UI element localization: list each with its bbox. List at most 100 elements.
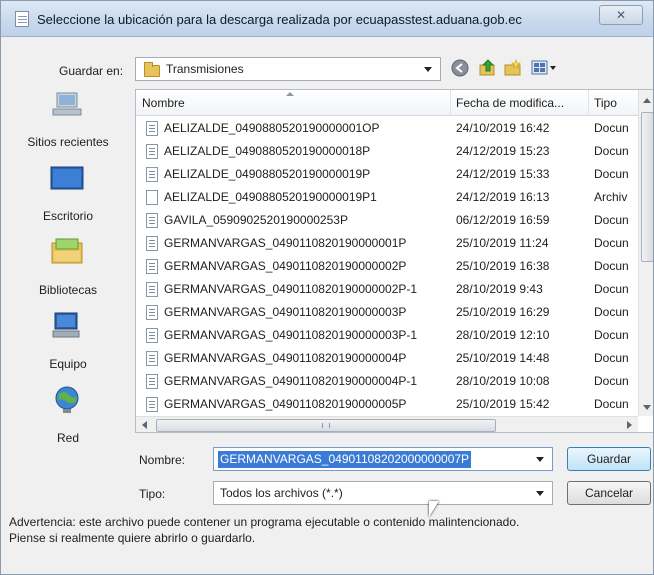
file-name: GERMANVARGAS_0490110820190000002P [164,259,407,273]
file-row[interactable]: GERMANVARGAS_0490110820190000004P-1 28/10… [136,370,636,393]
computer-icon [52,312,80,338]
new-folder-icon[interactable] [504,59,522,77]
list-header: Nombre Fecha de modifica... Tipo [136,90,653,116]
file-type-select[interactable]: Todos los archivos (*.*) [213,481,553,505]
text-document-icon [146,259,158,274]
text-document-icon [146,282,158,297]
up-folder-icon[interactable] [479,59,497,77]
scroll-down-icon[interactable] [643,405,651,410]
file-row[interactable]: GERMANVARGAS_0490110820190000003P 25/10/2… [136,301,636,324]
text-document-icon [146,351,158,366]
save-in-dropdown[interactable]: Transmisiones [135,57,441,81]
chevron-down-icon [536,491,544,496]
file-date: 25/10/2019 16:38 [456,259,550,273]
file-date: 24/12/2019 15:23 [456,144,550,158]
file-row[interactable]: GERMANVARGAS_0490110820190000004P 25/10/2… [136,347,636,370]
horizontal-scrollbar[interactable] [136,416,638,432]
file-name: GAVILA_0590902520190000253P [164,213,348,227]
file-row[interactable]: GAVILA_0590902520190000253P 06/12/2019 16… [136,209,636,232]
file-row[interactable]: AELIZALDE_0490880520190000019P1 24/12/201… [136,186,636,209]
vertical-scroll-thumb[interactable] [641,112,653,262]
file-name-value: GERMANVARGAS_04901108202000000007P [218,451,472,468]
save-button[interactable]: Guardar [567,447,651,471]
cancel-button[interactable]: Cancelar [567,481,651,505]
file-row[interactable]: AELIZALDE_0490880520190000001OP 24/10/201… [136,117,636,140]
file-name-input[interactable]: GERMANVARGAS_04901108202000000007P [213,447,553,471]
file-type: Docun [594,397,629,411]
places-bar: Sitios recientes Escritorio Bibliotecas [9,89,127,449]
file-name: GERMANVARGAS_0490110820190000003P [164,305,407,319]
place-label: Red [56,431,79,445]
place-label: Bibliotecas [38,283,98,297]
file-date: 25/10/2019 14:48 [456,351,550,365]
file-date: 28/10/2019 12:10 [456,328,550,342]
file-type: Docun [594,351,629,365]
place-network[interactable]: Red [9,385,127,447]
file-name: GERMANVARGAS_0490110820190000002P-1 [164,282,418,296]
desktop-icon [50,166,84,190]
column-header-date[interactable]: Fecha de modifica... [456,96,564,110]
file-date: 25/10/2019 15:42 [456,397,550,411]
window-title: Seleccione la ubicación para la descarga… [37,12,522,27]
place-label: Sitios recientes [27,135,109,149]
file-row[interactable]: GERMANVARGAS_0490110820190000005P 25/10/2… [136,393,636,416]
file-type-label: Tipo: [139,487,166,501]
current-folder: Transmisiones [166,62,244,76]
file-date: 28/10/2019 10:08 [456,374,550,388]
file-name-label: Nombre: [139,453,186,467]
text-document-icon [146,305,158,320]
file-type: Docun [594,144,629,158]
file-row[interactable]: GERMANVARGAS_0490110820190000002P-1 28/10… [136,278,636,301]
document-icon [15,11,29,27]
back-icon[interactable] [451,59,469,77]
file-row[interactable]: GERMANVARGAS_0490110820190000002P 25/10/2… [136,255,636,278]
file-name: GERMANVARGAS_0490110820190000004P-1 [164,374,418,388]
file-row[interactable]: GERMANVARGAS_0490110820190000003P-1 28/10… [136,324,636,347]
place-recent-places[interactable]: Sitios recientes [9,89,127,151]
file-type: Docun [594,121,629,135]
column-header-name[interactable]: Nombre [142,96,185,110]
text-document-icon [146,374,158,389]
save-dialog: Seleccione la ubicación para la descarga… [0,0,654,575]
horizontal-scroll-thumb[interactable] [156,419,496,432]
scroll-right-icon[interactable] [627,421,632,429]
file-row[interactable]: AELIZALDE_0490880520190000019P 24/12/2019… [136,163,636,186]
column-divider[interactable] [588,90,589,116]
place-label: Equipo [49,357,87,371]
column-divider[interactable] [450,90,451,116]
place-label: Escritorio [42,209,93,223]
close-button[interactable]: ✕ [599,5,643,25]
libraries-icon [51,238,83,264]
place-desktop[interactable]: Escritorio [9,163,127,225]
scroll-up-icon[interactable] [643,98,651,103]
views-menu-icon[interactable] [531,59,557,77]
file-date: 24/12/2019 15:33 [456,167,550,181]
chevron-down-icon[interactable] [536,457,544,462]
text-document-icon [146,236,158,251]
scroll-left-icon[interactable] [142,421,147,429]
recent-places-icon [52,92,82,116]
file-row[interactable]: AELIZALDE_0490880520190000018P 24/12/2019… [136,140,636,163]
file-type: Docun [594,259,629,273]
file-type: Docun [594,213,629,227]
grip-icon [322,423,330,428]
vertical-scrollbar[interactable] [638,90,653,416]
file-row[interactable]: GERMANVARGAS_0490110820190000001P 25/10/2… [136,232,636,255]
file-date: 24/10/2019 16:42 [456,121,550,135]
save-in-label: Guardar en: [59,64,124,78]
text-document-icon [146,328,158,343]
file-name: AELIZALDE_0490880520190000019P1 [164,190,377,204]
file-type: Docun [594,305,629,319]
file-type: Docun [594,282,629,296]
file-name: AELIZALDE_0490880520190000001OP [164,121,380,135]
warning-line-2: Piense si realmente quiere abrirlo o gua… [9,531,256,545]
text-document-icon [146,397,158,412]
sort-ascending-icon [286,92,294,96]
place-libraries[interactable]: Bibliotecas [9,237,127,299]
place-computer[interactable]: Equipo [9,311,127,373]
blank-file-icon [146,190,158,205]
security-warning: Advertencia: este archivo puede contener… [9,514,649,546]
title-bar[interactable]: Seleccione la ubicación para la descarga… [1,1,653,37]
column-header-type[interactable]: Tipo [594,96,617,110]
file-list[interactable]: Nombre Fecha de modifica... Tipo AELIZAL… [135,89,653,433]
